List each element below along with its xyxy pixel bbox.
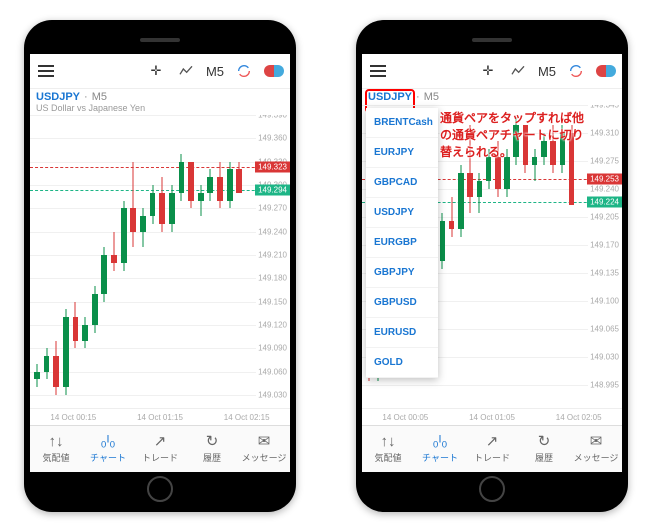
bottom-tabs: ↑↓気配値₀ᴵ₀チャート↗トレード↻履歴✉メッセージ [30, 425, 290, 472]
tab-2[interactable]: ↗トレード [466, 426, 518, 472]
tab-4[interactable]: ✉メッセージ [570, 426, 622, 472]
tab-1[interactable]: ₀ᴵ₀チャート [82, 426, 134, 472]
symlist-item[interactable]: EURUSD [366, 318, 438, 348]
screen-left: ✛ M5 USDJPY·M5 US Dollar vs Japanese Yen… [30, 54, 290, 472]
chart-area-left[interactable]: 149.390149.360149.330149.300149.270149.2… [30, 115, 290, 408]
menu-icon[interactable] [368, 61, 388, 81]
refresh-icon[interactable] [566, 61, 586, 81]
tab-0[interactable]: ↑↓気配値 [30, 426, 82, 472]
bottom-tabs: ↑↓気配値₀ᴵ₀チャート↗トレード↻履歴✉メッセージ [362, 425, 622, 472]
symbol-header[interactable]: USDJPY·M5 [362, 89, 622, 105]
symlist-item[interactable]: BRENTCash [366, 108, 438, 138]
indicator-icon[interactable] [176, 61, 196, 81]
crosshair-icon[interactable]: ✛ [146, 61, 166, 81]
refresh-icon[interactable] [234, 61, 254, 81]
toolbar: ✛ M5 [362, 54, 622, 89]
tab-2[interactable]: ↗トレード [134, 426, 186, 472]
toolbar: ✛ M5 [30, 54, 290, 89]
indicator-icon[interactable] [508, 61, 528, 81]
timeframe-button[interactable]: M5 [538, 64, 556, 79]
phone-left: ✛ M5 USDJPY·M5 US Dollar vs Japanese Yen… [24, 20, 296, 512]
phone-right: ✛ M5 USDJPY·M5 149.345149.310149.275149.… [356, 20, 628, 512]
symlist-item[interactable]: EURJPY [366, 138, 438, 168]
symbol-desc: US Dollar vs Japanese Yen [36, 103, 284, 113]
tab-0[interactable]: ↑↓気配値 [362, 426, 414, 472]
symbol-label: USDJPY [36, 91, 80, 103]
x-axis: 14 Oct 00:0514 Oct 01:0514 Oct 02:05 [362, 408, 622, 425]
menu-icon[interactable] [36, 61, 56, 81]
timeframe-button[interactable]: M5 [206, 64, 224, 79]
symbol-label: USDJPY [368, 91, 412, 103]
symlist-item[interactable]: GBPJPY [366, 258, 438, 288]
annotation-text: 通貨ペアをタップすれば他の通貨ペアチャートに切り替えられる。 [440, 110, 584, 160]
symbol-header[interactable]: USDJPY·M5 US Dollar vs Japanese Yen [30, 89, 290, 115]
symlist-item[interactable]: GOLD [366, 348, 438, 378]
crosshair-icon[interactable]: ✛ [478, 61, 498, 81]
tab-4[interactable]: ✉メッセージ [238, 426, 290, 472]
trade-icon[interactable] [264, 61, 284, 81]
symlist-item[interactable]: EURGBP [366, 228, 438, 258]
symbol-dropdown: BRENTCashEURJPYGBPCADUSDJPYEURGBPGBPJPYG… [366, 108, 438, 378]
tab-3[interactable]: ↻履歴 [186, 426, 238, 472]
x-axis: 14 Oct 00:1514 Oct 01:1514 Oct 02:15 [30, 408, 290, 425]
trade-icon[interactable] [596, 61, 616, 81]
symlist-item[interactable]: GBPCAD [366, 168, 438, 198]
symlist-item[interactable]: GBPUSD [366, 288, 438, 318]
symlist-item[interactable]: USDJPY [366, 198, 438, 228]
tab-1[interactable]: ₀ᴵ₀チャート [414, 426, 466, 472]
screen-right: ✛ M5 USDJPY·M5 149.345149.310149.275149.… [362, 54, 622, 472]
tab-3[interactable]: ↻履歴 [518, 426, 570, 472]
